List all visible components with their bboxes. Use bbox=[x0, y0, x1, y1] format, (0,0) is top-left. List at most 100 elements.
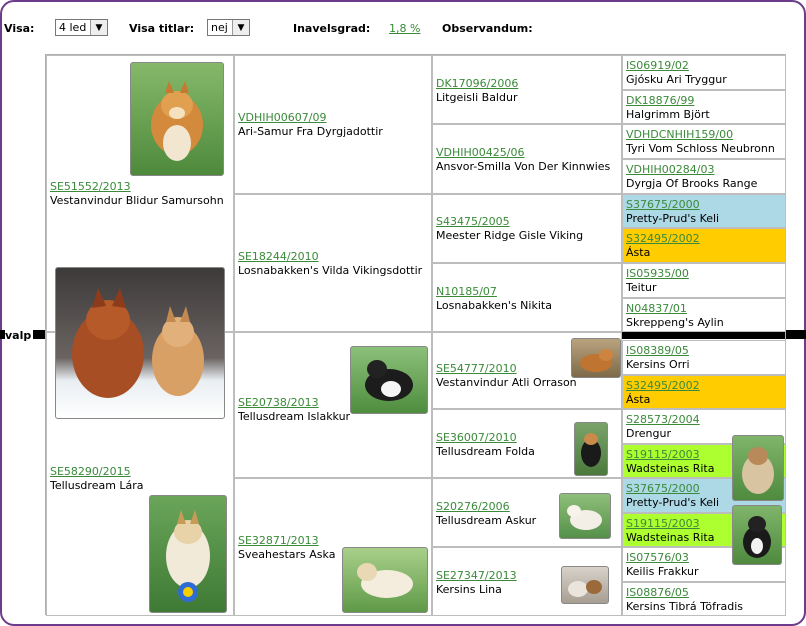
g2-entry: SE32871/2013 Sveahestars Aska bbox=[238, 534, 335, 562]
sire-entry: SE51552/2013 Vestanvindur Blidur Samurso… bbox=[50, 180, 224, 208]
g4-name: Skreppeng's Aylin bbox=[626, 316, 724, 329]
g4-name: Tyri Vom Schloss Neubronn bbox=[626, 142, 775, 155]
visa-select[interactable]: 4 led ▼ bbox=[55, 19, 108, 36]
g4-cell-10: S32495/2002 Ásta bbox=[622, 375, 786, 409]
g4-name: Keilis Frakkur bbox=[626, 565, 699, 578]
g4-name: Wadsteinas Rita bbox=[626, 462, 715, 475]
g3-name: Kersins Lina bbox=[436, 583, 502, 596]
dog-photo bbox=[574, 422, 608, 476]
g4-reg-link[interactable]: S19115/2003 bbox=[626, 448, 714, 462]
g3-reg-link[interactable]: SE36007/2010 bbox=[436, 431, 535, 445]
g4-name: Pretty-Prud's Keli bbox=[626, 212, 720, 225]
g3-reg-link[interactable]: S43475/2005 bbox=[436, 215, 583, 229]
g4-reg-link[interactable]: IS08876/05 bbox=[626, 586, 743, 600]
g2-cell-2: SE18244/2010 Losnabakken's Vilda Vikings… bbox=[234, 194, 432, 332]
dog-photo-icon bbox=[151, 81, 203, 161]
g3-entry: S43475/2005 Meester Ridge Gisle Viking bbox=[436, 215, 583, 243]
g4-entry: S32495/2002 Ásta bbox=[626, 379, 700, 407]
g4-reg-link[interactable]: S28573/2004 bbox=[626, 413, 700, 427]
g4-cell-8: N04837/01 Skreppeng's Aylin bbox=[622, 298, 786, 332]
g3-cell-1: DK17096/2006 Litgeisli Baldur bbox=[432, 55, 622, 124]
titlar-select[interactable]: nej ▼ bbox=[207, 19, 250, 36]
dog-photo bbox=[732, 505, 782, 565]
g4-name: Wadsteinas Rita bbox=[626, 531, 715, 544]
dog-photo bbox=[561, 566, 609, 604]
titlar-label: Visa titlar: bbox=[129, 22, 195, 35]
g4-cell-4: VDHIH00284/03 Dyrgja Of Brooks Range bbox=[622, 159, 786, 194]
sire-reg-link[interactable]: SE51552/2013 bbox=[50, 180, 224, 194]
g2-entry: VDHIH00607/09 Ari-Samur Fra Dyrgjadottir bbox=[238, 111, 383, 139]
chevron-down-icon: ▼ bbox=[90, 20, 107, 35]
g3-reg-link[interactable]: DK17096/2006 bbox=[436, 77, 518, 91]
g3-reg-link[interactable]: S20276/2006 bbox=[436, 500, 536, 514]
g3-reg-link[interactable]: SE54777/2010 bbox=[436, 362, 577, 376]
g2-cell-3: SE20738/2013 Tellusdream Islakkur bbox=[234, 332, 432, 478]
g4-reg-link[interactable]: IS08389/05 bbox=[626, 344, 690, 358]
dog-photo-icon bbox=[365, 360, 413, 401]
dog-photo bbox=[130, 62, 224, 176]
g2-reg-link[interactable]: SE18244/2010 bbox=[238, 250, 422, 264]
g4-entry: S28573/2004 Drengur bbox=[626, 413, 700, 441]
visa-label: Visa: bbox=[4, 22, 35, 35]
dog-photo-icon bbox=[742, 447, 774, 494]
dog-photo bbox=[342, 547, 428, 613]
g3-reg-link[interactable]: N10185/07 bbox=[436, 285, 552, 299]
g4-cell-9: IS08389/05 Kersins Orri bbox=[622, 340, 786, 375]
g4-reg-link[interactable]: S37675/2000 bbox=[626, 198, 719, 212]
chevron-down-icon: ▼ bbox=[232, 20, 249, 35]
g4-reg-link[interactable]: N04837/01 bbox=[626, 302, 724, 316]
g4-reg-link[interactable]: S37675/2000 bbox=[626, 482, 719, 496]
g2-entry: SE18244/2010 Losnabakken's Vilda Vikings… bbox=[238, 250, 422, 278]
g4-reg-link[interactable]: S32495/2002 bbox=[626, 379, 700, 393]
inavel-link[interactable]: 1,8 % bbox=[389, 22, 420, 35]
dog-photo-icon bbox=[357, 563, 413, 598]
g4-reg-link[interactable]: S32495/2002 bbox=[626, 232, 700, 246]
g3-entry: SE54777/2010 Vestanvindur Atli Orrason bbox=[436, 362, 577, 390]
sire-name: Vestanvindur Blidur Samursohn bbox=[50, 194, 224, 207]
g4-name: Gjósku Ari Tryggur bbox=[626, 73, 727, 86]
g4-reg-link[interactable]: IS07576/03 bbox=[626, 551, 699, 565]
dog-photo-icon bbox=[743, 516, 771, 558]
g4-entry: IS08876/05 Kersins Tibrá Töfradis bbox=[626, 586, 743, 614]
g3-cell-7: S20276/2006 Tellusdream Askur bbox=[432, 478, 622, 547]
dog-photo bbox=[571, 338, 621, 378]
g3-entry: S20276/2006 Tellusdream Askur bbox=[436, 500, 536, 528]
g4-entry: N04837/01 Skreppeng's Aylin bbox=[626, 302, 724, 330]
dam-reg-link[interactable]: SE58290/2015 bbox=[50, 465, 144, 479]
g4-reg-link[interactable]: VDHDCNHIH159/00 bbox=[626, 128, 775, 142]
g4-reg-link[interactable]: S19115/2003 bbox=[626, 517, 714, 531]
g3-entry: SE36007/2010 Tellusdream Folda bbox=[436, 431, 535, 459]
g2-reg-link[interactable]: SE32871/2013 bbox=[238, 534, 335, 548]
g2-name: Ari-Samur Fra Dyrgjadottir bbox=[238, 125, 383, 138]
g2-reg-link[interactable]: VDHIH00607/09 bbox=[238, 111, 383, 125]
g4-reg-link[interactable]: VDHIH00284/03 bbox=[626, 163, 757, 177]
g3-reg-link[interactable]: VDHIH00425/06 bbox=[436, 146, 610, 160]
g3-cell-8: SE27347/2013 Kersins Lina bbox=[432, 547, 622, 616]
g3-name: Losnabakken's Nikita bbox=[436, 299, 552, 312]
g3-cell-2: VDHIH00425/06 Ansvor-Smilla Von Der Kinn… bbox=[432, 124, 622, 194]
observandum-label: Observandum: bbox=[442, 22, 533, 35]
g3-name: Meester Ridge Gisle Viking bbox=[436, 229, 584, 242]
g4-name: Dyrgja Of Brooks Range bbox=[626, 177, 758, 190]
titlar-select-value: nej bbox=[211, 21, 228, 34]
dog-photo bbox=[350, 346, 428, 414]
g2-cell-4: SE32871/2013 Sveahestars Aska bbox=[234, 478, 432, 616]
subject-photo bbox=[55, 267, 225, 419]
g3-name: Tellusdream Askur bbox=[436, 514, 537, 527]
g2-name: Tellusdream Islakkur bbox=[238, 410, 351, 423]
g4-entry: IS08389/05 Kersins Orri bbox=[626, 344, 690, 372]
g2-name: Losnabakken's Vilda Vikingsdottir bbox=[238, 264, 423, 277]
g4-reg-link[interactable]: IS05935/00 bbox=[626, 267, 689, 281]
g4-entry: S19115/2003 Wadsteinas Rita bbox=[626, 448, 714, 476]
g4-reg-link[interactable]: IS06919/02 bbox=[626, 59, 727, 73]
g4-name: Drengur bbox=[626, 427, 671, 440]
g3-entry: VDHIH00425/06 Ansvor-Smilla Von Der Kinn… bbox=[436, 146, 610, 174]
dog-photo-icon bbox=[567, 505, 602, 530]
g2-reg-link[interactable]: SE20738/2013 bbox=[238, 396, 350, 410]
g4-cell-5: S37675/2000 Pretty-Prud's Keli bbox=[622, 194, 786, 228]
toolbar: Visa: 4 led ▼ Visa titlar: nej ▼ Inavels… bbox=[0, 19, 806, 39]
g3-reg-link[interactable]: SE27347/2013 bbox=[436, 569, 517, 583]
g4-cell-3: VDHDCNHIH159/00 Tyri Vom Schloss Neubron… bbox=[622, 124, 786, 159]
g4-reg-link[interactable]: DK18876/99 bbox=[626, 94, 710, 108]
dog-photo bbox=[559, 493, 611, 539]
